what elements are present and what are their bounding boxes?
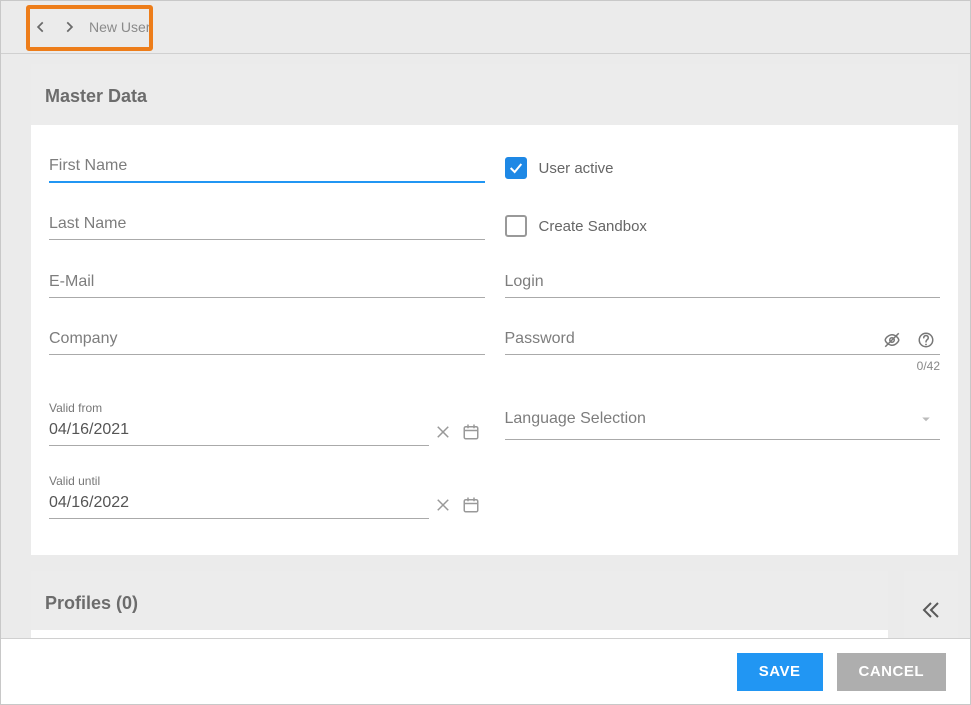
language-select-caret — [912, 405, 940, 433]
valid-from-label: Valid from — [49, 401, 485, 415]
valid-until-picker[interactable] — [457, 491, 485, 519]
language-select-label: Language Selection — [505, 410, 913, 428]
first-name-field — [49, 153, 485, 183]
create-sandbox-label: Create Sandbox — [539, 218, 647, 235]
password-counter: 0/42 — [505, 359, 941, 373]
save-button[interactable]: SAVE — [737, 653, 823, 691]
login-input[interactable] — [505, 269, 941, 298]
eye-off-icon — [883, 331, 901, 349]
create-sandbox-row: Create Sandbox — [505, 211, 941, 241]
email-field — [49, 269, 485, 298]
master-data-body: User active Create Sandbox — [31, 125, 958, 555]
profiles-title: Profiles (0) — [31, 571, 888, 630]
password-help[interactable] — [912, 326, 940, 354]
last-name-field — [49, 211, 485, 241]
back-button[interactable] — [31, 17, 51, 37]
profiles-row: Profiles (0) — [31, 571, 958, 638]
content-scroll[interactable]: Master Data User active — [1, 54, 970, 638]
calendar-icon — [462, 496, 480, 514]
master-data-card: Master Data User active — [31, 64, 958, 555]
question-circle-icon — [917, 331, 935, 349]
close-icon — [434, 496, 452, 514]
last-name-input[interactable] — [49, 211, 485, 240]
email-input[interactable] — [49, 269, 485, 298]
chevron-double-left-icon — [919, 598, 943, 622]
valid-until-clear[interactable] — [429, 491, 457, 519]
valid-until-input[interactable] — [49, 490, 429, 519]
master-data-title: Master Data — [31, 64, 958, 125]
language-field: Language Selection — [505, 401, 941, 446]
create-sandbox-checkbox[interactable] — [505, 215, 527, 237]
first-name-input[interactable] — [49, 153, 485, 183]
topbar: New User — [1, 1, 970, 54]
footer-actions: SAVE CANCEL — [1, 638, 970, 704]
password-field: 0/42 — [505, 326, 941, 373]
cancel-button[interactable]: CANCEL — [837, 653, 947, 691]
arrow-right-icon — [62, 20, 76, 34]
forward-button[interactable] — [59, 17, 79, 37]
nav-arrows — [31, 17, 79, 37]
company-input[interactable] — [49, 326, 485, 355]
caret-down-icon — [917, 410, 935, 428]
login-field — [505, 269, 941, 298]
calendar-icon — [462, 423, 480, 441]
valid-from-field: Valid from — [49, 401, 485, 446]
valid-from-input[interactable] — [49, 417, 429, 446]
password-input[interactable] — [505, 326, 879, 354]
user-active-checkbox[interactable] — [505, 157, 527, 179]
password-visibility-toggle[interactable] — [878, 326, 906, 354]
valid-until-field: Valid until — [49, 474, 485, 519]
profiles-collapse-button[interactable] — [904, 571, 958, 638]
arrow-left-icon — [34, 20, 48, 34]
user-active-label: User active — [539, 160, 614, 177]
breadcrumb-title: New User — [89, 19, 150, 35]
valid-from-clear[interactable] — [429, 418, 457, 446]
profiles-card: Profiles (0) — [31, 571, 888, 638]
language-select[interactable]: Language Selection — [505, 401, 941, 440]
user-active-row: User active — [505, 153, 941, 183]
profiles-body — [31, 630, 888, 638]
empty-cell — [505, 474, 941, 519]
company-field — [49, 326, 485, 373]
valid-until-label: Valid until — [49, 474, 485, 488]
valid-from-picker[interactable] — [457, 418, 485, 446]
close-icon — [434, 423, 452, 441]
check-icon — [508, 160, 524, 176]
